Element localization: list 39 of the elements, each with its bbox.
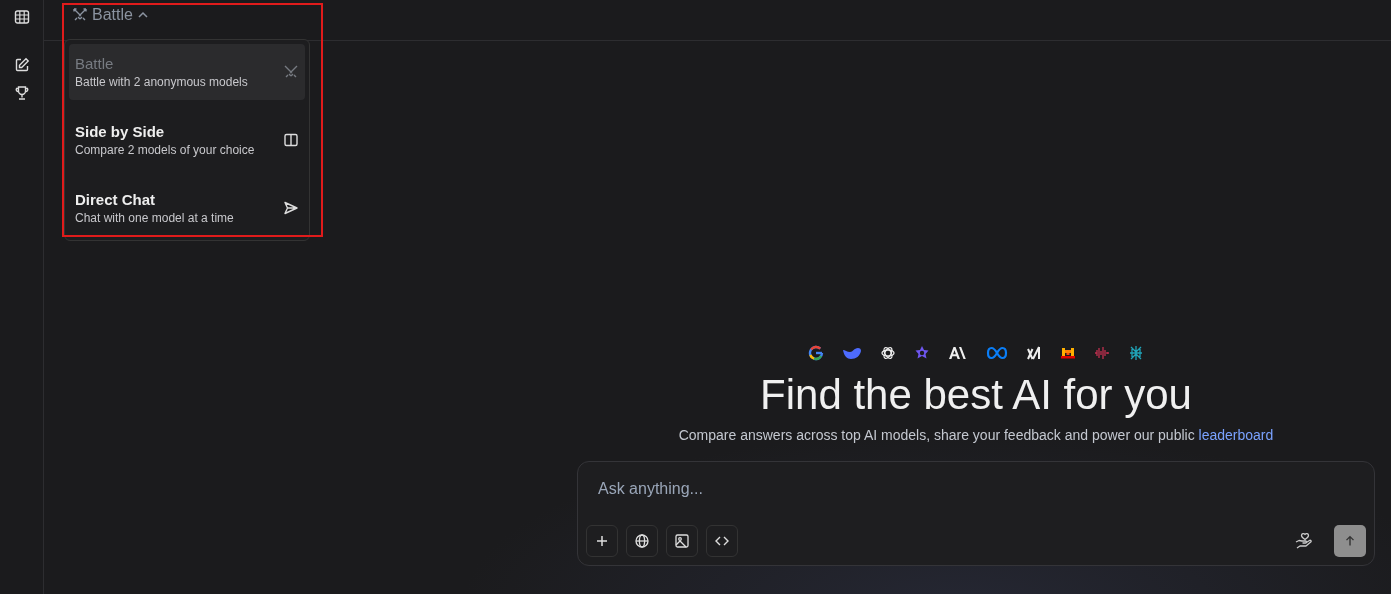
hero-heading: Find the best AI for you — [760, 371, 1192, 419]
mode-dropdown[interactable]: Battle — [72, 6, 149, 24]
image-icon — [674, 533, 690, 549]
plus-button[interactable] — [586, 525, 618, 557]
plus-icon — [594, 533, 610, 549]
letters-logo-icon — [948, 345, 968, 361]
google-logo-icon — [808, 345, 824, 361]
menu-item[interactable]: Direct Chat Chat with one model at a time — [69, 180, 305, 236]
edit-icon[interactable] — [13, 57, 30, 73]
swords-icon — [283, 64, 299, 80]
menu-item-title: Direct Chat — [75, 191, 157, 208]
globe-button[interactable] — [626, 525, 658, 557]
star-logo-icon — [914, 345, 930, 361]
menu-item-description: Chat with one model at a time — [75, 211, 234, 225]
infinity-logo-icon — [986, 345, 1008, 361]
columns-icon — [283, 132, 299, 148]
slash-logo-icon — [1026, 345, 1042, 361]
send-icon — [283, 200, 299, 216]
arrow-up-icon — [1343, 534, 1357, 548]
menu-item-description: Battle with 2 anonymous models — [75, 75, 248, 89]
menu-item[interactable]: Battle Battle with 2 anonymous models — [69, 44, 305, 100]
menu-item[interactable]: Side by Side Compare 2 models of your choice — [69, 112, 305, 168]
hand-heart-icon[interactable] — [1294, 532, 1314, 550]
globe-icon — [634, 533, 650, 549]
menu-item-description: Compare 2 models of your choice — [75, 143, 255, 157]
send-button[interactable] — [1334, 525, 1366, 557]
menu-item-title: Battle — [75, 55, 115, 72]
image-button[interactable] — [666, 525, 698, 557]
swords-icon — [72, 7, 88, 23]
ask-input-field[interactable]: Ask anything... — [586, 476, 1010, 502]
table-icon[interactable] — [13, 9, 30, 25]
menu-item-title: Side by Side — [75, 123, 166, 140]
openai-logo-icon — [880, 345, 896, 361]
trophy-icon[interactable] — [13, 85, 30, 101]
hero-subtitle: Compare answers across top AI models, share your feedback and power our public leaderboard — [678, 427, 1274, 443]
waveform-logo-icon — [1094, 345, 1110, 361]
leaderboard-link[interactable]: leaderboard — [1198, 427, 1274, 443]
m-logo-icon — [1060, 345, 1076, 361]
code-button[interactable] — [706, 525, 738, 557]
